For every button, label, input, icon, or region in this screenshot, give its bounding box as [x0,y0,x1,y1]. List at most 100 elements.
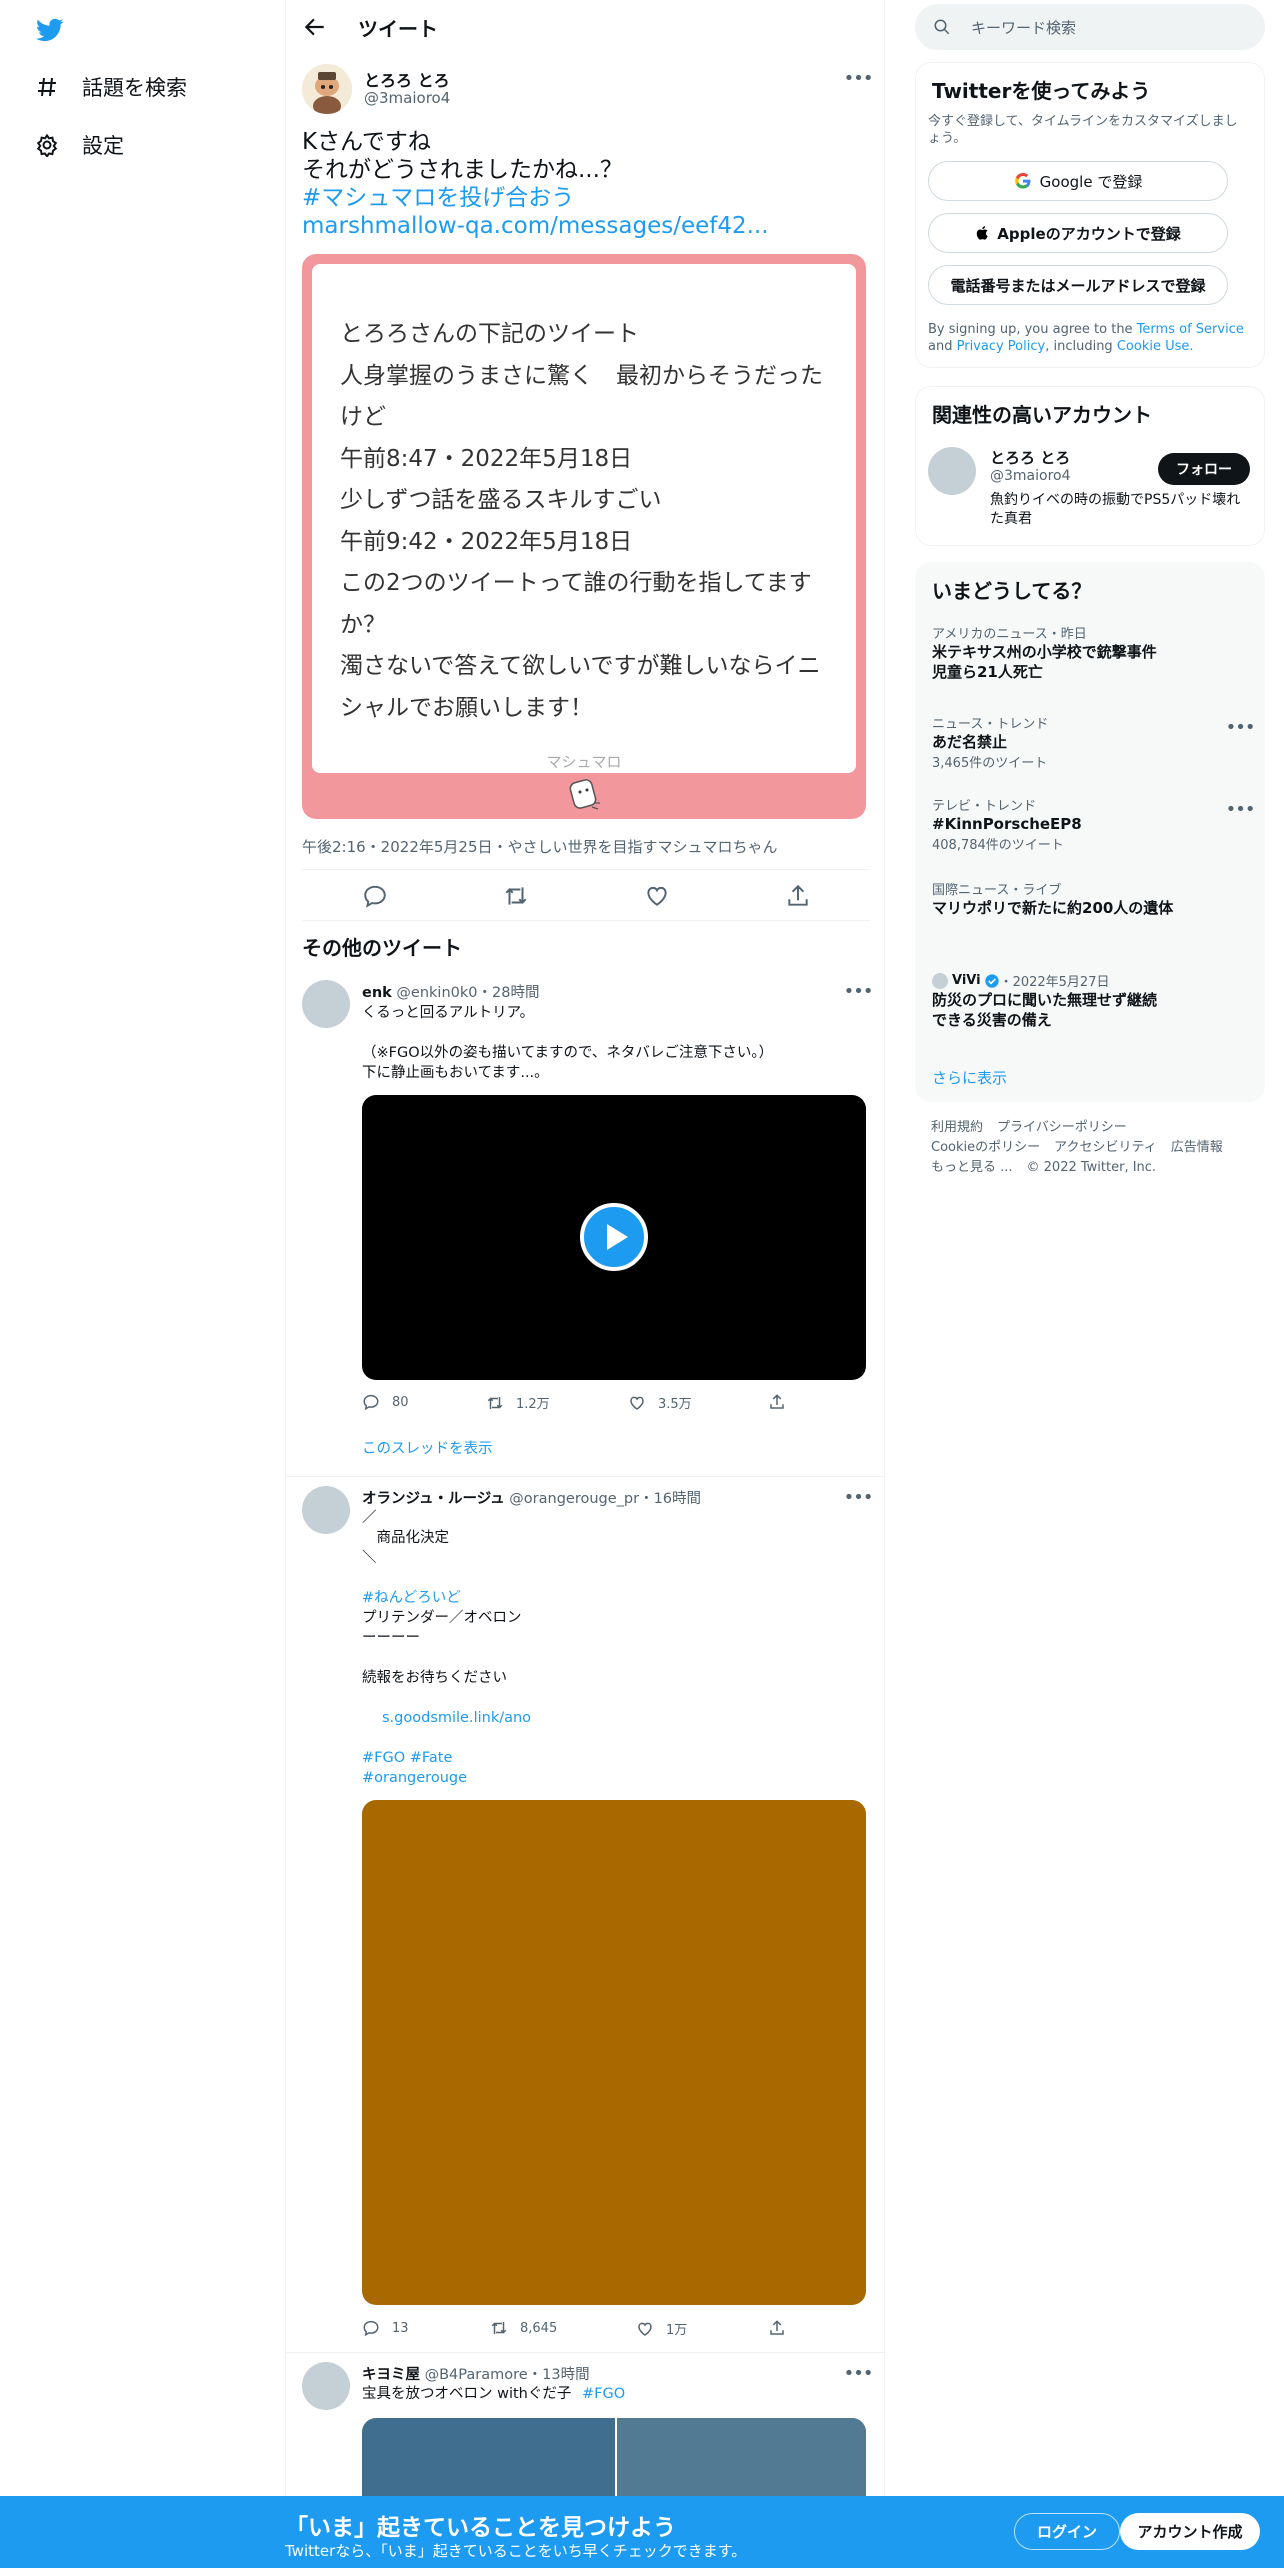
create-account-button[interactable]: アカウント作成 [1120,2513,1260,2550]
reply-count[interactable]: 13 [362,2319,409,2337]
trend-source-avatar [932,972,948,989]
retweet-icon [487,1396,503,1409]
trend-item[interactable]: テレビ・トレンド #KinnPorscheEP8 408,784件のツイート [932,795,1232,853]
tweet-hashtag[interactable]: #マシュマロを投げ合おう [302,184,872,212]
footer-link[interactable]: プライバシーポリシー [997,1120,1127,1135]
footer-link[interactable]: もっと見る ... [931,1160,1013,1175]
google-signup-label: Google で登録 [1039,172,1143,191]
author-avatar[interactable] [302,64,352,114]
retweet-count[interactable]: 1.2万 [486,1393,550,1412]
feed-time[interactable]: ・28時間 [478,985,540,1001]
feed-link[interactable]: s.goodsmile.link/ano [362,1708,531,1728]
retweet-count-value: 8,645 [520,2320,558,2336]
retweet-count[interactable]: 8,645 [490,2319,557,2337]
more-options-icon[interactable]: ••• [844,2361,874,2385]
feed-hashtag[interactable]: #ねんどろいど [362,1588,531,1608]
feed-time[interactable]: ・16時間 [639,1491,701,1507]
retweet-icon[interactable] [503,883,529,909]
like-count-value: 3.5万 [658,1397,692,1412]
feed-author-handle[interactable]: @orangerouge_pr [509,1491,639,1507]
share-icon[interactable] [768,2319,786,2337]
like-count[interactable]: 3.5万 [628,1393,692,1412]
tweet-link[interactable]: marshmallow-qa.com/messages/eef42... [302,212,872,240]
footer-link[interactable]: 利用規約 [931,1120,983,1135]
more-options-icon[interactable]: ••• [1226,797,1256,821]
twitter-logo-icon[interactable] [34,16,66,44]
tweet-timestamp[interactable]: 午後2:16・2022年5月25日・やさしい世界を目指すマシュマロちゃん [302,836,778,857]
feed-author-name[interactable]: オランジュ・ルージュ [362,1491,505,1507]
more-options-icon[interactable]: ••• [844,1485,874,1509]
trend-item[interactable]: アメリカのニュース・昨日 米テキサス州の小学校で銃撃事件 児童ら21人死亡 [932,623,1232,682]
trend-title: #KinnPorscheEP8 [932,815,1082,833]
more-options-icon[interactable]: ••• [844,979,874,1003]
avatar-illustration-icon [302,64,352,114]
reply-icon[interactable] [362,883,388,909]
trend-category: 国際ニュース・ライブ [932,883,1062,898]
verified-badge-icon [984,973,999,988]
feed-hashtags[interactable]: #orangerouge [362,1768,531,1788]
phone-email-signup-button[interactable]: 電話番号またはメールアドレスで登録 [928,265,1228,305]
author-handle[interactable]: @3maioro4 [364,89,450,107]
feed-hashtags[interactable]: #FGO #Fate [362,1748,531,1768]
footer-link[interactable]: Cookieのポリシー [931,1140,1040,1155]
feed-text: 宝具を放つオベロン withぐだ子 #FGO [362,2384,625,2404]
trend-item[interactable]: ニュース・トレンド あだ名禁止 3,465件のツイート [932,713,1232,771]
share-icon[interactable] [785,883,811,909]
feed-author-name[interactable]: キヨミ屋 [362,2367,420,2383]
related-account-name[interactable]: とろろ とろ [990,447,1070,468]
feed-hashtag[interactable]: #FGO [582,2386,625,2402]
trend-category: テレビ・トレンド [932,799,1037,814]
nav-explore[interactable]: 話題を検索 [34,72,187,102]
search-input[interactable]: キーワード検索 [971,17,1076,38]
login-button[interactable]: ログイン [1014,2513,1120,2550]
follow-button[interactable]: フォロー [1158,453,1250,485]
reply-count[interactable]: 80 [362,1393,409,1411]
feed-author-handle[interactable]: @enkin0k0 [396,985,477,1001]
feed-avatar[interactable] [302,2362,350,2410]
feed-image[interactable] [362,1800,866,2305]
privacy-policy-link[interactable]: Privacy Policy [957,339,1046,354]
feed-text: ／ 商品化決定 ＼ #ねんどろいど プリテンダー／オベロン ーーーー 続報をお待… [362,1508,531,1788]
show-thread-link[interactable]: このスレッドを表示 [362,1439,493,1459]
feed-avatar[interactable] [302,1486,350,1534]
marshmallow-footer: マシュマロ [546,753,622,771]
feed-author-name[interactable]: enk [362,985,392,1001]
search-bar[interactable]: キーワード検索 [915,4,1265,50]
marshmallow-card[interactable]: とろろさんの下記のツイート 人身掌握のうまさに驚く 最初からそうだった けど 午… [302,254,866,819]
related-account-avatar[interactable] [928,447,976,495]
share-icon[interactable] [768,1393,786,1411]
author-name[interactable]: とろろ とろ [364,67,450,91]
feed-avatar[interactable] [302,980,350,1028]
trend-source-name: ViVi [952,973,981,988]
related-account-handle[interactable]: @3maioro4 [990,468,1071,484]
marshmallow-card-inner: とろろさんの下記のツイート 人身掌握のうまさに驚く 最初からそうだった けど 午… [312,264,856,773]
trend-item[interactable]: ViVi ・2022年5月27日 防災のプロに聞いた無理せず継続できる災害の備え [932,971,1232,1030]
footer-link[interactable]: アクセシビリティ [1054,1140,1157,1155]
cookie-use-link[interactable]: Cookie Use. [1117,339,1194,354]
trend-item[interactable]: 国際ニュース・ライブ マリウポリで新たに約200人の遺体 [932,879,1232,918]
banner-title: 「いま」起きていることを見つけよう [285,2515,676,2541]
like-heart-icon [630,1396,644,1410]
feed-item-header: キヨミ屋 @B4Paramore・13時間 [362,2363,590,2384]
terms-of-service-link[interactable]: Terms of Service [1137,322,1244,337]
marshmallow-mascot-icon [569,779,600,810]
nav-settings[interactable]: 設定 [34,130,124,160]
marshmallow-line: 午前9:42・2022年5月18日 [340,528,633,555]
banner-subtitle: Twitterなら、「いま」起きていることをいち早くチェックできます。 [285,2542,747,2560]
google-signup-button[interactable]: Google で登録 [928,161,1228,201]
footer-link[interactable]: 広告情報 [1171,1140,1223,1155]
more-options-icon[interactable]: ••• [844,66,874,90]
more-options-icon[interactable]: ••• [1226,715,1256,739]
back-arrow-icon[interactable] [302,14,328,40]
like-count[interactable]: 1万 [636,2319,687,2338]
show-more-link[interactable]: さらに表示 [932,1067,1007,1088]
like-heart-icon[interactable] [644,883,670,909]
feed-text-line: 宝具を放つオベロン withぐだ子 [362,2386,572,2402]
marshmallow-line: 人身掌握のうまさに驚く 最初からそうだった [340,362,823,389]
video-player[interactable] [362,1095,866,1380]
feed-time[interactable]: ・13時間 [528,2367,590,2383]
play-button-icon[interactable] [580,1203,648,1271]
apple-signup-button[interactable]: Appleのアカウントで登録 [928,213,1228,253]
related-accounts-title: 関連性の高いアカウント [932,403,1152,427]
feed-author-handle[interactable]: @B4Paramore [425,2367,528,2383]
